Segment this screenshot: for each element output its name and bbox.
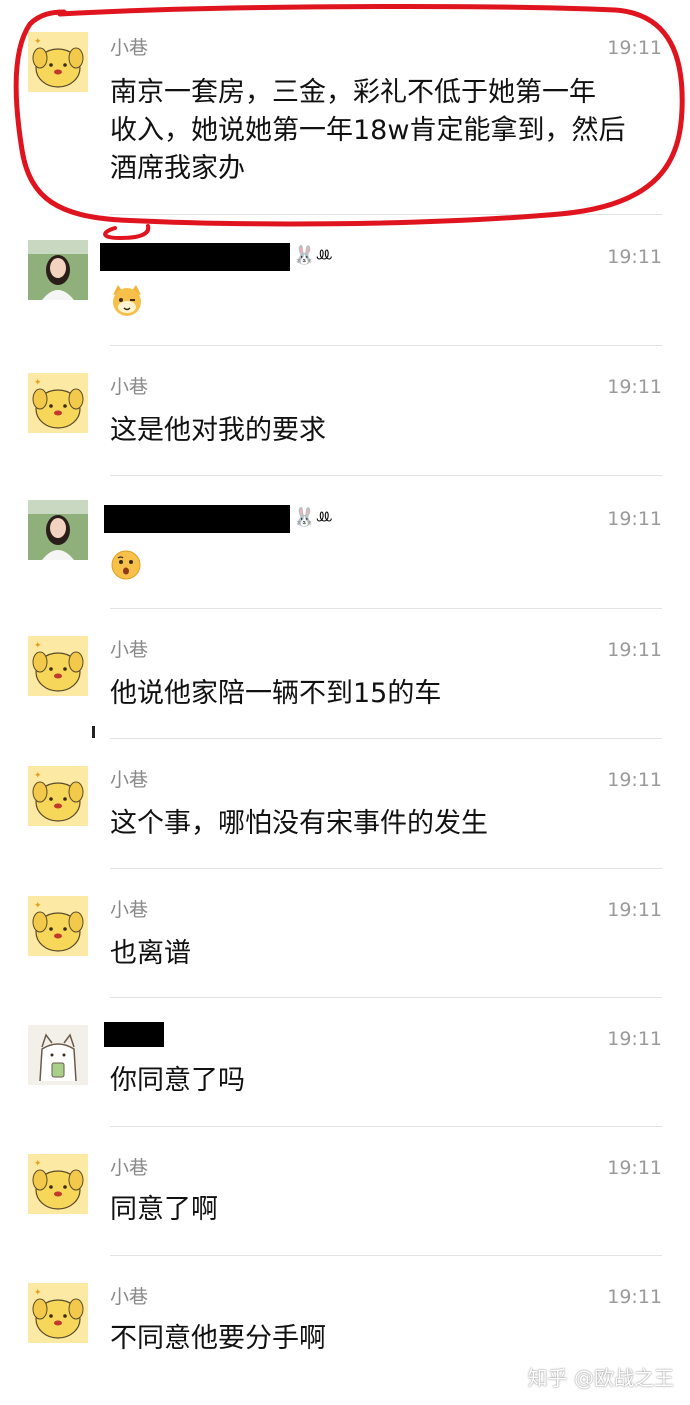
message-item[interactable]: 🐰ꔛ 19:11: [0, 475, 690, 609]
message-text-line: 你同意了吗: [110, 1065, 245, 1096]
yellow-dog-avatar[interactable]: ✦: [28, 766, 88, 826]
girl-photo-avatar[interactable]: [28, 500, 88, 560]
svg-text:✦: ✦: [34, 901, 42, 911]
yellow-dog-avatar[interactable]: ✦: [28, 1154, 88, 1214]
sketch-cat-avatar[interactable]: [28, 1025, 88, 1085]
sender-name: 小巷: [110, 899, 149, 921]
message-text-line: 酒席我家办: [110, 153, 245, 184]
message-time: 19:11: [607, 639, 662, 661]
message-time: 19:11: [607, 1286, 662, 1308]
redacted-name: [104, 1022, 164, 1047]
name-tag-emoji: 🐰ꔛ: [293, 507, 334, 528]
girl-photo-avatar[interactable]: [28, 240, 88, 300]
cursor-mark: [92, 726, 95, 738]
message-text-line: 这个事，哪怕没有宋事件的发生: [110, 808, 488, 839]
message-text-line: 这是他对我的要求: [110, 415, 326, 446]
surprised-face-emoji: [110, 549, 142, 585]
cat-face-emoji: [110, 283, 144, 321]
svg-text:✦: ✦: [34, 1288, 42, 1298]
yellow-dog-avatar[interactable]: ✦: [28, 373, 88, 433]
redacted-name: [100, 243, 290, 271]
message-text-line: 同意了啊: [110, 1194, 218, 1225]
sender-name: 小巷: [110, 1157, 149, 1179]
message-text-line: 收入，她说她第一年18w肯定能拿到，然后: [110, 115, 626, 146]
yellow-dog-avatar[interactable]: ✦: [28, 896, 88, 956]
name-tag-emoji: 🐰ꔛ: [293, 245, 334, 266]
svg-text:✦: ✦: [34, 771, 42, 781]
sender-name: 小巷: [110, 1286, 149, 1308]
watermark: 知乎 @欧战之王: [527, 1366, 674, 1390]
message-time: 19:11: [607, 508, 662, 530]
svg-text:✦: ✦: [34, 1159, 42, 1169]
yellow-dog-avatar[interactable]: ✦: [28, 32, 88, 92]
chat-message-list: ✦ 小巷 19:11 南京一套房，三金，彩礼不低于她第一年 收入，她说她第一年1…: [0, 0, 690, 1405]
sender-name: 小巷: [110, 769, 149, 791]
yellow-dog-avatar[interactable]: ✦: [28, 1283, 88, 1343]
sender-name: 小巷: [110, 639, 149, 661]
message-time: 19:11: [607, 376, 662, 398]
message-text-line: 他说他家陪一辆不到15的车: [110, 678, 442, 709]
message-text-line: 不同意他要分手啊: [110, 1323, 326, 1354]
message-time: 19:11: [607, 1157, 662, 1179]
message-text-line: 南京一套房，三金，彩礼不低于她第一年: [110, 77, 596, 108]
message-text-line: 也离谱: [110, 938, 191, 969]
message-item[interactable]: ✦ 小巷 19:11 这个事，哪怕没有宋事件的发生: [0, 738, 690, 869]
svg-text:✦: ✦: [34, 641, 42, 651]
sender-name: 小巷: [110, 376, 149, 398]
message-time: 19:11: [607, 246, 662, 268]
message-item[interactable]: ✦ 小巷 19:11 他说他家陪一辆不到15的车: [0, 608, 690, 739]
message-item[interactable]: 19:11 你同意了吗: [0, 997, 690, 1127]
sender-name: 小巷: [110, 37, 149, 59]
message-item[interactable]: ✦ 小巷 19:11 同意了啊: [0, 1126, 690, 1256]
message-item[interactable]: ✦ 小巷 19:11 南京一套房，三金，彩礼不低于她第一年 收入，她说她第一年1…: [0, 0, 690, 215]
yellow-dog-avatar[interactable]: ✦: [28, 636, 88, 696]
redacted-name: [104, 505, 290, 533]
svg-text:✦: ✦: [34, 378, 42, 388]
message-time: 19:11: [607, 37, 662, 59]
svg-text:✦: ✦: [34, 37, 42, 47]
message-item[interactable]: ✦ 小巷 19:11 这是他对我的要求: [0, 345, 690, 476]
message-time: 19:11: [607, 1028, 662, 1050]
message-time: 19:11: [607, 899, 662, 921]
message-item[interactable]: ✦ 小巷 19:11 也离谱: [0, 868, 690, 998]
message-item[interactable]: 🐰ꔛ 19:11: [0, 215, 690, 346]
message-time: 19:11: [607, 769, 662, 791]
